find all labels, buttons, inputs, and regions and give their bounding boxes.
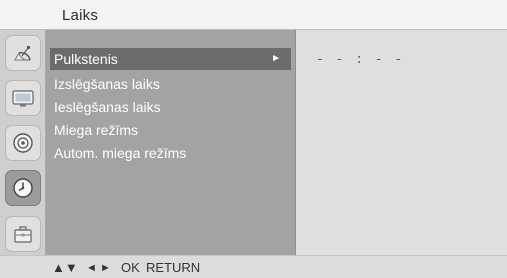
menu-item-pulkstenis[interactable]: Pulkstenis ► (50, 48, 291, 70)
left-right-arrows-icon: ◄ ► (86, 262, 111, 274)
category-sidebar (0, 30, 46, 255)
menu-item-label: Ieslēgšanas laiks (54, 99, 161, 115)
page-title: Laiks (62, 7, 99, 24)
satellite-dish-icon[interactable] (5, 35, 41, 71)
menu-item-label: Autom. miega režīms (54, 145, 187, 161)
return-label: RETURN (146, 260, 201, 275)
menu-item-ieslegsanas-laiks[interactable]: Ieslēgšanas laiks (46, 96, 294, 118)
satellite-dish-graphic (14, 45, 31, 61)
menu-item-autom-miega-rezims[interactable]: Autom. miega režīms (46, 142, 294, 164)
menu-panel: Pulkstenis ► Izslēgšanas laiks Ieslēgšan… (46, 30, 296, 255)
clock-time-icon[interactable] (5, 170, 41, 206)
monitor-picture-icon[interactable] (5, 80, 41, 116)
clock-value: - - : - - (316, 52, 405, 67)
menu-item-miega-rezims[interactable]: Miega režīms (46, 119, 294, 141)
monitor-graphic (12, 90, 34, 107)
speaker-graphic (13, 133, 33, 153)
up-down-arrows-icon: ▲▼ (52, 260, 78, 275)
tv-menu-screen: Laiks Pulkstenis ► Izslēgšanas laiks Ies… (0, 0, 507, 278)
menu-item-izslegsanas-laiks[interactable]: Izslēgšanas laiks (46, 73, 294, 95)
title-bar: Laiks (0, 0, 507, 30)
menu-item-label: Pulkstenis (54, 51, 118, 67)
clock-graphic (13, 178, 33, 198)
toolbox-graphic (14, 226, 32, 243)
menu-item-label: Izslēgšanas laiks (54, 76, 160, 92)
submenu-arrow-icon: ► (271, 53, 281, 64)
ok-label: OK (121, 260, 140, 275)
button-guide: ▲▼ ◄ ► OK RETURN (0, 255, 507, 278)
menu-item-label: Miega režīms (54, 122, 139, 138)
value-panel: - - : - - (296, 30, 507, 255)
speaker-audio-icon[interactable] (5, 125, 41, 161)
options-toolbox-icon[interactable] (5, 216, 41, 252)
